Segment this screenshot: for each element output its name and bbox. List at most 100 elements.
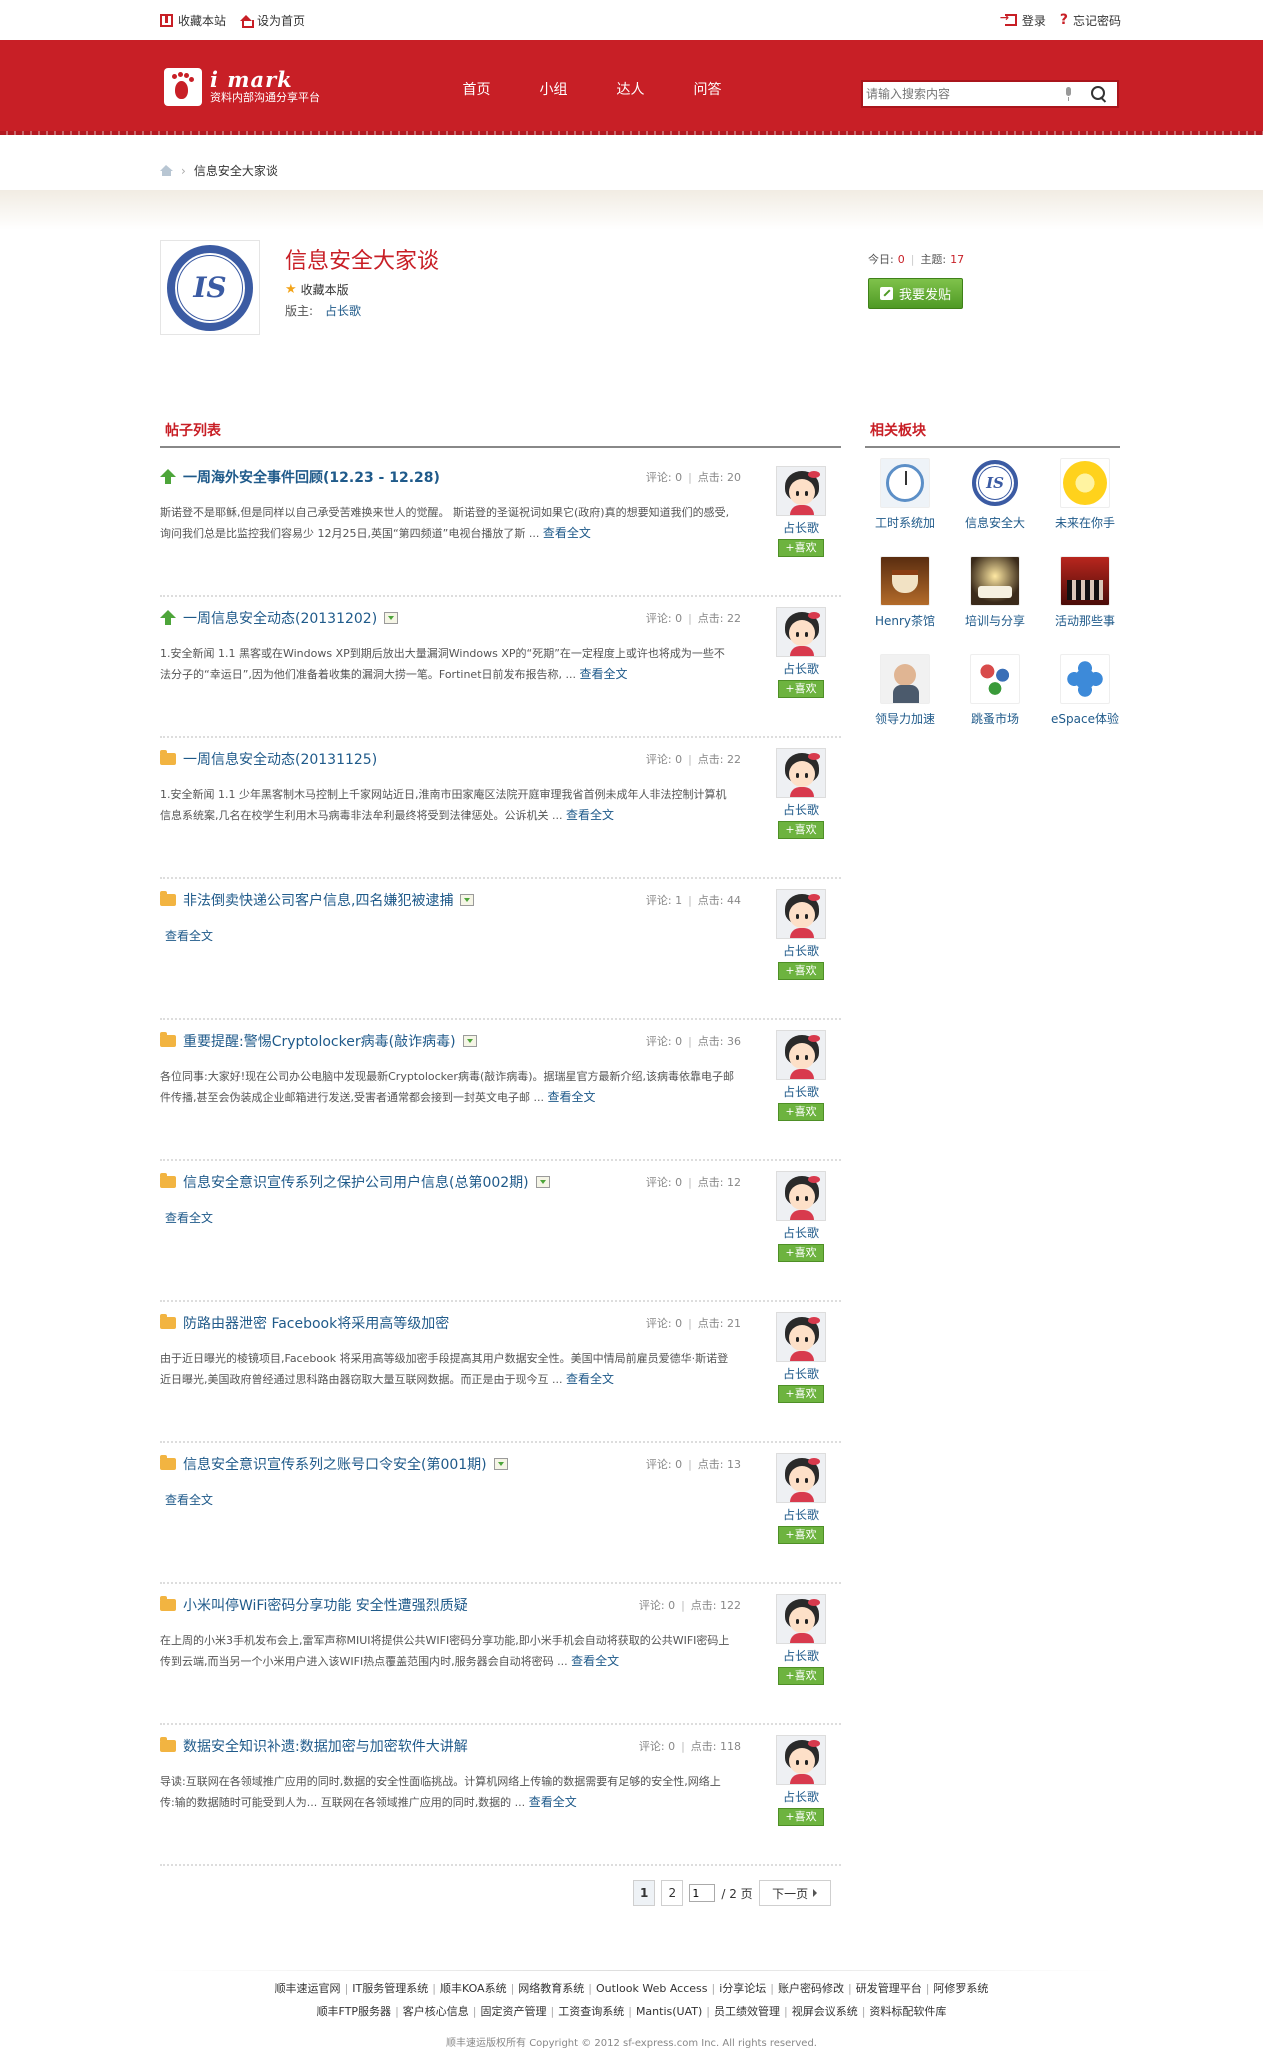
read-more-link[interactable]: 查看全文 [579, 667, 627, 681]
page-2-button[interactable]: 2 [661, 1880, 684, 1906]
like-button[interactable]: +喜欢 [778, 539, 824, 557]
read-more-link[interactable]: 查看全文 [547, 1090, 595, 1104]
next-page-button[interactable]: 下一页 [758, 1880, 831, 1906]
topics-count: 17 [950, 253, 965, 266]
like-button[interactable]: +喜欢 [778, 1667, 824, 1685]
footer-link[interactable]: 视屏会议系统 [788, 2005, 862, 2018]
like-button[interactable]: +喜欢 [778, 680, 824, 698]
post-title-link[interactable]: 数据安全知识补遗:数据加密与加密软件大讲解 [183, 1736, 468, 1756]
like-button[interactable]: +喜欢 [778, 1385, 824, 1403]
footer-link[interactable]: i分享论坛 [715, 1982, 770, 1995]
read-more-link[interactable]: 查看全文 [543, 526, 591, 540]
search-icon[interactable] [1091, 86, 1107, 102]
search-input[interactable] [863, 83, 1064, 105]
avatar[interactable] [776, 466, 826, 516]
post-title-link[interactable]: 非法倒卖快递公司客户信息,四名嫌犯被逮捕 [183, 890, 453, 910]
footer-link[interactable]: 研发管理平台 [852, 1982, 926, 1995]
post-title-link[interactable]: 重要提醒:警惕Cryptolocker病毒(敲诈病毒) [183, 1031, 456, 1051]
microphone-icon[interactable] [1064, 87, 1073, 101]
read-more-link[interactable]: 查看全文 [566, 808, 614, 822]
page-jump-input[interactable] [689, 1884, 716, 1902]
footer-link[interactable]: 账户密码修改 [774, 1982, 848, 1995]
author-name-link[interactable]: 占长歌 [775, 1788, 827, 1805]
read-more-link[interactable]: 查看全文 [165, 926, 213, 946]
read-more-link[interactable]: 查看全文 [165, 1208, 213, 1228]
related-board-item[interactable]: 活动那些事 [1040, 553, 1130, 629]
author-name-link[interactable]: 占长歌 [775, 1083, 827, 1100]
avatar[interactable] [776, 607, 826, 657]
avatar[interactable] [776, 1312, 826, 1362]
author-name-link[interactable]: 占长歌 [775, 942, 827, 959]
nav-qa[interactable]: 问答 [669, 80, 746, 100]
post-title-link[interactable]: 信息安全意识宣传系列之账号口令安全(第001期) [183, 1454, 487, 1474]
avatar[interactable] [776, 889, 826, 939]
related-board-item[interactable]: Henry茶馆 [860, 553, 950, 629]
book-light-icon [970, 556, 1020, 606]
related-board-item[interactable]: 工时系统加 [860, 455, 950, 531]
author-name-link[interactable]: 占长歌 [775, 660, 827, 677]
author-name-link[interactable]: 占长歌 [775, 1365, 827, 1382]
set-homepage-link[interactable]: 设为首页 [240, 12, 305, 29]
author-name-link[interactable]: 占长歌 [775, 1647, 827, 1664]
post-title-link[interactable]: 小米叫停WiFi密码分享功能 安全性遭强烈质疑 [183, 1595, 468, 1615]
login-link[interactable]: 登录 [1000, 11, 1046, 29]
author-name-link[interactable]: 占长歌 [775, 801, 827, 818]
post-title-link[interactable]: 防路由器泄密 Facebook将采用高等级加密 [183, 1313, 449, 1333]
post-meta: 评论: 0 | 点击: 22 [645, 612, 741, 625]
post-title-link[interactable]: 一周海外安全事件回顾(12.23 - 12.28) [183, 467, 440, 487]
footer-link[interactable]: 网络教育系统 [514, 1982, 588, 1995]
post-title-link[interactable]: 一周信息安全动态(20131125) [183, 749, 377, 769]
site-logo[interactable]: i mark 资料内部沟通分享平台 [164, 68, 320, 106]
avatar[interactable] [776, 748, 826, 798]
page-1-button[interactable]: 1 [633, 1880, 656, 1906]
author-name-link[interactable]: 占长歌 [775, 519, 827, 536]
favorite-forum-link[interactable]: ★ 收藏本版 [285, 281, 349, 298]
avatar[interactable] [776, 1735, 826, 1785]
read-more-link[interactable]: 查看全文 [165, 1490, 213, 1510]
related-board-item[interactable]: 跳蚤市场 [950, 651, 1040, 727]
footer-link[interactable]: 顺丰FTP服务器 [313, 2005, 396, 2018]
nav-groups[interactable]: 小组 [515, 80, 592, 100]
footer-link[interactable]: Outlook Web Access [592, 1982, 711, 1995]
post-excerpt: 在上周的小米3手机发布会上,雷军声称MIUI将提供公共WIFI密码分享功能,即小… [160, 1634, 730, 1668]
footer-link[interactable]: 阿修罗系统 [929, 1982, 992, 1995]
nav-home[interactable]: 首页 [438, 80, 515, 100]
like-button[interactable]: +喜欢 [778, 1244, 824, 1262]
like-button[interactable]: +喜欢 [778, 1808, 824, 1826]
author-name-link[interactable]: 占长歌 [775, 1506, 827, 1523]
like-button[interactable]: +喜欢 [778, 821, 824, 839]
read-more-link[interactable]: 查看全文 [566, 1372, 614, 1386]
related-board-item[interactable]: 未来在你手 [1040, 455, 1130, 531]
read-more-link[interactable]: 查看全文 [529, 1795, 577, 1809]
footer-link[interactable]: IT服务管理系统 [348, 1982, 432, 1995]
nav-experts[interactable]: 达人 [592, 80, 669, 100]
footer-link[interactable]: 工资查询系统 [554, 2005, 628, 2018]
like-button[interactable]: +喜欢 [778, 1103, 824, 1121]
avatar[interactable] [776, 1453, 826, 1503]
footer-link[interactable]: Mantis(UAT) [632, 2005, 706, 2018]
bookmark-site-link[interactable]: 收藏本站 [160, 12, 226, 29]
avatar[interactable] [776, 1594, 826, 1644]
like-button[interactable]: +喜欢 [778, 1526, 824, 1544]
avatar[interactable] [776, 1030, 826, 1080]
related-board-item[interactable]: IS 信息安全大 [950, 455, 1040, 531]
related-board-item[interactable]: 培训与分享 [950, 553, 1040, 629]
new-post-button[interactable]: 我要发贴 [868, 278, 963, 309]
footer-link[interactable]: 资料标配软件库 [865, 2005, 950, 2018]
author-name-link[interactable]: 占长歌 [775, 1224, 827, 1241]
related-board-item[interactable]: 领导力加速 [860, 651, 950, 727]
footer-link[interactable]: 员工绩效管理 [710, 2005, 784, 2018]
avatar[interactable] [776, 1171, 826, 1221]
footer-link[interactable]: 顺丰速运官网 [271, 1982, 345, 1995]
forgot-password-link[interactable]: ? 忘记密码 [1060, 12, 1121, 29]
related-board-item[interactable]: eSpace体验 [1040, 651, 1130, 727]
footer-link[interactable]: 顺丰KOA系统 [436, 1982, 511, 1995]
like-button[interactable]: +喜欢 [778, 962, 824, 980]
moderator-link[interactable]: 占长歌 [325, 304, 361, 318]
footer-link[interactable]: 客户核心信息 [399, 2005, 473, 2018]
read-more-link[interactable]: 查看全文 [571, 1654, 619, 1668]
post-title-link[interactable]: 信息安全意识宣传系列之保护公司用户信息(总第002期) [183, 1172, 529, 1192]
breadcrumb-home-icon[interactable] [160, 165, 173, 176]
footer-link[interactable]: 固定资产管理 [477, 2005, 551, 2018]
post-title-link[interactable]: 一周信息安全动态(20131202) [183, 608, 377, 628]
